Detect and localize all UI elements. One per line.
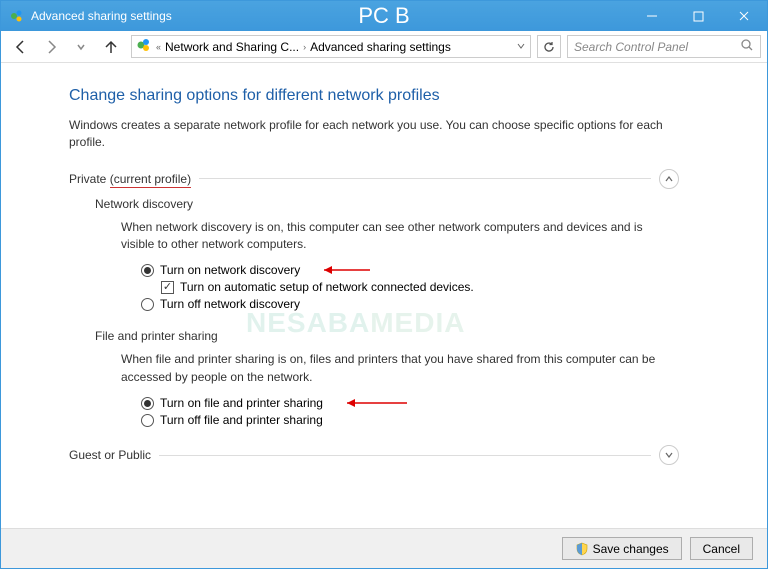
minimize-button[interactable] (629, 1, 675, 31)
divider (199, 178, 651, 179)
breadcrumb-item-1[interactable]: Network and Sharing C... (165, 40, 299, 54)
maximize-button[interactable] (675, 1, 721, 31)
radio-icon (141, 298, 154, 311)
chevron-down-icon[interactable] (516, 40, 526, 54)
checkbox-auto-setup[interactable]: Turn on automatic setup of network conne… (161, 280, 679, 294)
radio-file-printer-off[interactable]: Turn off file and printer sharing (141, 413, 679, 427)
collapse-button[interactable] (659, 169, 679, 189)
recent-button[interactable] (67, 35, 95, 59)
file-printer-title: File and printer sharing (95, 329, 679, 343)
network-discovery-desc: When network discovery is on, this compu… (121, 219, 679, 254)
annotation-arrow-icon (314, 264, 370, 276)
app-icon (9, 8, 25, 24)
cancel-button[interactable]: Cancel (690, 537, 753, 560)
search-icon (740, 38, 754, 55)
file-printer-desc: When file and printer sharing is on, fil… (121, 351, 679, 386)
radio-icon (141, 264, 154, 277)
divider (159, 455, 651, 456)
window-center-title: PC B (358, 3, 409, 29)
checkbox-icon (161, 281, 174, 294)
network-discovery-title: Network discovery (95, 197, 679, 211)
refresh-button[interactable] (537, 35, 561, 58)
content-area: NESABAMEDIA Change sharing options for d… (1, 63, 767, 533)
page-description: Windows creates a separate network profi… (69, 117, 679, 151)
close-button[interactable] (721, 1, 767, 31)
save-changes-button[interactable]: Save changes (562, 537, 682, 560)
up-button[interactable] (97, 35, 125, 59)
section-guest-header[interactable]: Guest or Public (69, 445, 679, 465)
search-input[interactable]: Search Control Panel (567, 35, 761, 58)
window-title: Advanced sharing settings (31, 9, 172, 23)
search-placeholder: Search Control Panel (574, 40, 688, 54)
footer-bar: Save changes Cancel (1, 528, 767, 568)
window-titlebar: Advanced sharing settings PC B (1, 1, 767, 31)
radio-file-printer-on[interactable]: Turn on file and printer sharing (141, 396, 679, 410)
navigation-bar: « Network and Sharing C... › Advanced sh… (1, 31, 767, 63)
breadcrumb-sep: « (156, 42, 161, 52)
back-button[interactable] (7, 35, 35, 59)
section-private-label: Private (current profile) (69, 172, 191, 186)
page-heading: Change sharing options for different net… (69, 87, 679, 105)
forward-button[interactable] (37, 35, 65, 59)
breadcrumb-item-2[interactable]: Advanced sharing settings (310, 40, 451, 54)
radio-network-discovery-on[interactable]: Turn on network discovery (141, 263, 679, 277)
radio-icon (141, 397, 154, 410)
expand-button[interactable] (659, 445, 679, 465)
annotation-arrow-icon (337, 397, 407, 409)
radio-network-discovery-off[interactable]: Turn off network discovery (141, 297, 679, 311)
breadcrumb-sep: › (303, 42, 306, 52)
section-guest-label: Guest or Public (69, 448, 151, 462)
shield-icon (575, 542, 589, 556)
section-private-header[interactable]: Private (current profile) (69, 169, 679, 189)
network-icon (136, 37, 152, 56)
address-bar[interactable]: « Network and Sharing C... › Advanced sh… (131, 35, 531, 58)
radio-icon (141, 414, 154, 427)
